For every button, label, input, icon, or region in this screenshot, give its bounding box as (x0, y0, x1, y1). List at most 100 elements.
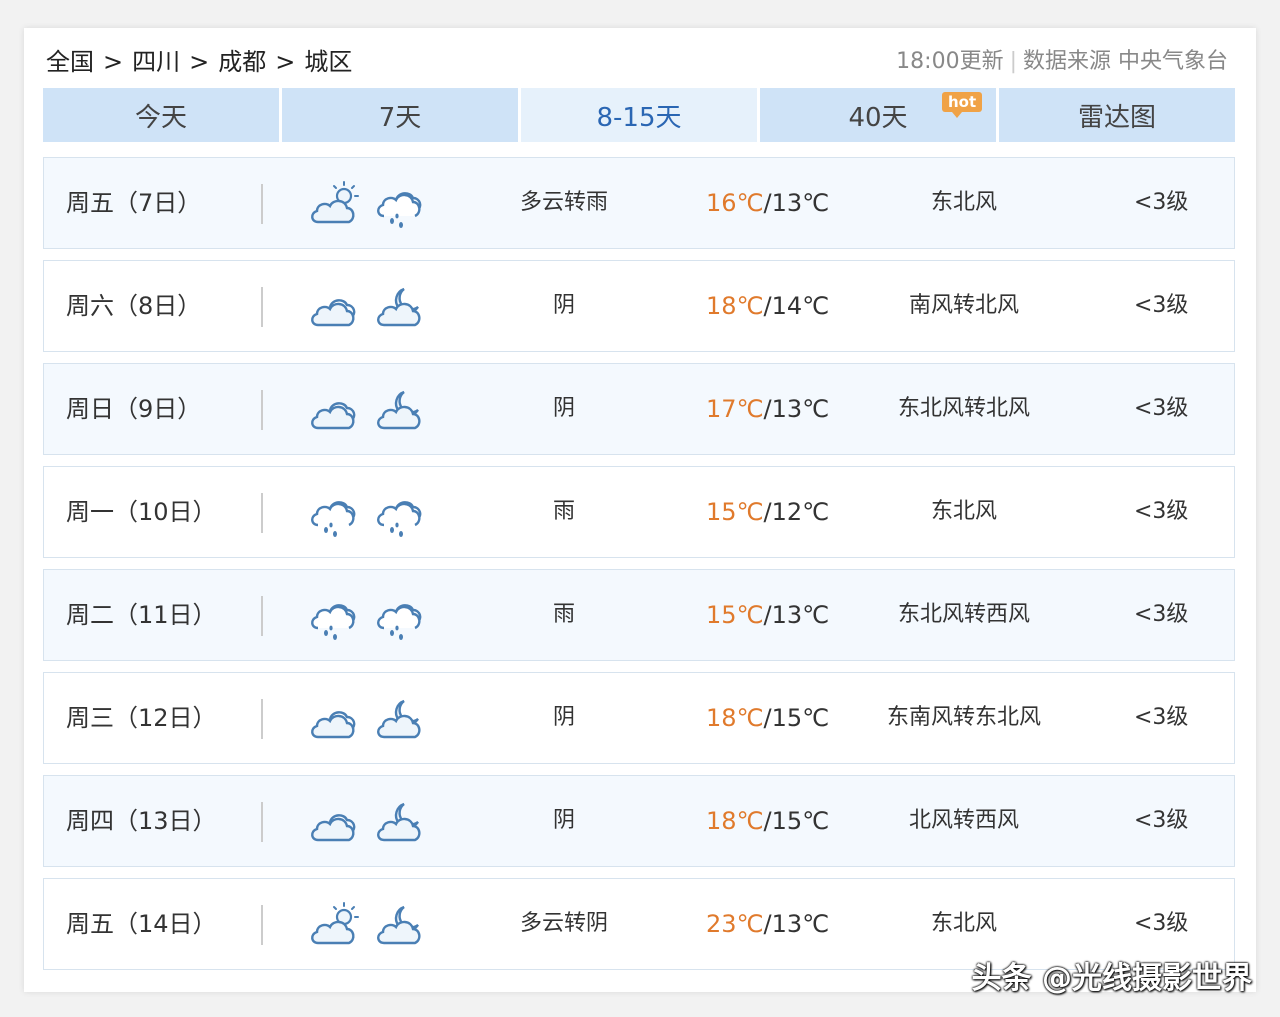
wind-direction: 东北风 (930, 190, 997, 215)
breadcrumb-district: 城区 (304, 48, 353, 76)
row-divider (261, 184, 263, 224)
temperature: 23℃/13℃ (706, 879, 829, 969)
rain-cloud-icon (374, 489, 430, 537)
high-temp: 16℃ (706, 189, 764, 217)
row-divider (261, 287, 263, 327)
forecast-row[interactable]: 周六（8日） 阴 18℃/14℃ 南风转北风 <3级 (43, 260, 1235, 352)
weather-condition: 雨 (552, 499, 575, 524)
forecast-row[interactable]: 周四（13日） 阴 18℃/15℃ 北风转西风 <3级 (43, 775, 1235, 867)
row-divider (261, 390, 263, 430)
wind-direction: 东北风转北风 (897, 396, 1030, 421)
forecast-date: 周五（7日） (66, 189, 202, 217)
breadcrumb-separator: > (103, 48, 124, 76)
row-divider (261, 493, 263, 533)
wind-direction: 东北风 (930, 499, 997, 524)
wind-direction: 南风转北风 (908, 293, 1019, 318)
cloudy-moon-icon (374, 695, 430, 743)
data-source: 数据来源 中央气象台 (1023, 49, 1228, 74)
forecast-row[interactable]: 周三（12日） 阴 18℃/15℃ 东南风转东北风 <3级 (43, 672, 1235, 764)
breadcrumb-city[interactable]: 成都 (218, 48, 266, 76)
forecast-list: 周五（7日） 多云转雨 16℃/13℃ 东北风 <3级 周六（8日）阴 18℃/14℃ 南风转… (43, 157, 1235, 981)
tab-label: 7天 (378, 102, 422, 133)
tab-radar[interactable]: 雷达图 (999, 88, 1235, 142)
wind-level: <3级 (1134, 602, 1189, 627)
breadcrumb-country[interactable]: 全国 (46, 48, 94, 76)
breadcrumb-separator: > (189, 48, 210, 76)
cloudy-moon-icon (374, 283, 430, 331)
tab-today[interactable]: 今天 (43, 88, 279, 142)
weather-condition: 阴 (552, 808, 575, 833)
forecast-tabs: 今天 7天 8-15天 40天 hot 雷达图 (43, 88, 1235, 142)
tab-40-days[interactable]: 40天 hot (760, 88, 996, 142)
forecast-row[interactable]: 周一（10日） 雨 15℃/12℃ 东北风 <3级 (43, 466, 1235, 558)
low-temp: /13℃ (763, 601, 830, 629)
low-temp: /13℃ (763, 189, 830, 217)
partly-cloudy-sun-icon (308, 901, 364, 949)
tab-8-15-days[interactable]: 8-15天 (521, 88, 757, 142)
weather-condition: 雨 (552, 602, 575, 627)
tab-label: 8-15天 (596, 102, 682, 133)
forecast-date: 周日（9日） (66, 395, 202, 423)
cloudy-icon (308, 283, 364, 331)
forecast-row[interactable]: 周二（11日） 雨 15℃/13℃ 东北风转西风 <3级 (43, 569, 1235, 661)
cloudy-icon (308, 798, 364, 846)
low-temp: /12℃ (763, 498, 830, 526)
low-temp: /13℃ (763, 395, 830, 423)
temperature: 15℃/12℃ (706, 467, 829, 557)
weather-condition: 多云转雨 (519, 190, 608, 215)
tab-label: 今天 (134, 102, 187, 133)
breadcrumb-separator: > (275, 48, 296, 76)
forecast-row[interactable]: 周五（7日） 多云转雨 16℃/13℃ 东北风 <3级 (43, 157, 1235, 249)
top-bar: 全国 > 四川 > 成都 > 城区 18:00更新 | 数据来源 中央气象台 (46, 44, 1228, 80)
update-info: 18:00更新 | 数据来源 中央气象台 (896, 44, 1228, 80)
tab-7-days[interactable]: 7天 (282, 88, 518, 142)
meta-divider: | (1009, 49, 1017, 74)
cloudy-moon-icon (374, 901, 430, 949)
tab-label: 40天 (848, 102, 908, 133)
cloudy-icon (308, 695, 364, 743)
wind-level: <3级 (1134, 293, 1189, 318)
wind-direction: 北风转西风 (908, 808, 1019, 833)
low-temp: /13℃ (763, 910, 830, 938)
update-time: 18:00更新 (896, 49, 1004, 74)
wind-level: <3级 (1134, 705, 1189, 730)
forecast-date: 周五（14日） (66, 910, 217, 938)
temperature: 16℃/13℃ (706, 158, 829, 248)
wind-direction: 东北风转西风 (897, 602, 1030, 627)
high-temp: 18℃ (706, 704, 764, 732)
high-temp: 18℃ (706, 807, 764, 835)
row-divider (261, 905, 263, 945)
temperature: 15℃/13℃ (706, 570, 829, 660)
low-temp: /15℃ (763, 807, 830, 835)
weather-condition: 阴 (552, 705, 575, 730)
rain-cloud-icon (308, 489, 364, 537)
forecast-date: 周四（13日） (66, 807, 217, 835)
wind-level: <3级 (1134, 190, 1189, 215)
high-temp: 18℃ (706, 292, 764, 320)
cloudy-icon (308, 386, 364, 434)
cloudy-moon-icon (374, 798, 430, 846)
forecast-date: 周六（8日） (66, 292, 202, 320)
row-divider (261, 802, 263, 842)
forecast-date: 周三（12日） (66, 704, 217, 732)
temperature: 18℃/15℃ (706, 673, 829, 763)
weather-condition: 阴 (552, 293, 575, 318)
high-temp: 23℃ (706, 910, 764, 938)
wind-direction: 东南风转东北风 (886, 705, 1041, 730)
low-temp: /14℃ (763, 292, 830, 320)
row-divider (261, 596, 263, 636)
watermark: 头条 @光线摄影世界 (971, 961, 1252, 996)
wind-level: <3级 (1134, 499, 1189, 524)
high-temp: 15℃ (706, 601, 764, 629)
forecast-date: 周一（10日） (66, 498, 217, 526)
wind-level: <3级 (1134, 808, 1189, 833)
temperature: 18℃/14℃ (706, 261, 829, 351)
breadcrumb-province[interactable]: 四川 (132, 48, 180, 76)
temperature: 18℃/15℃ (706, 776, 829, 866)
rain-cloud-icon (308, 592, 364, 640)
partly-cloudy-sun-icon (308, 180, 364, 228)
high-temp: 15℃ (706, 498, 764, 526)
rain-cloud-icon (374, 592, 430, 640)
temperature: 17℃/13℃ (706, 364, 829, 454)
forecast-row[interactable]: 周日（9日） 阴 17℃/13℃ 东北风转北风 <3级 (43, 363, 1235, 455)
